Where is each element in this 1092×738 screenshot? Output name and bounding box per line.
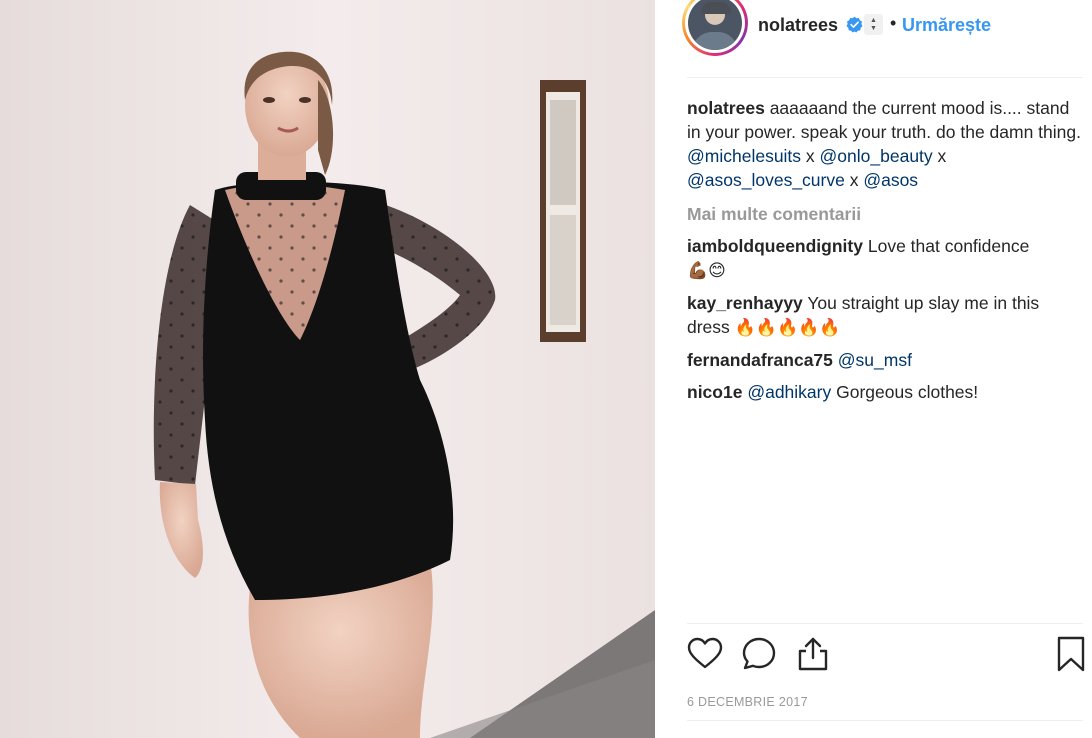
post-date[interactable]: 6 DECEMBRIE 2017 bbox=[687, 695, 808, 709]
caret-down-icon: ▼ bbox=[870, 24, 877, 32]
mention-link[interactable]: @asos bbox=[863, 170, 918, 190]
follow-button[interactable]: Urmărește bbox=[902, 15, 991, 36]
mention-separator: x bbox=[844, 170, 864, 190]
post-photo-illustration bbox=[0, 0, 655, 738]
mention-link[interactable]: @onlo_beauty bbox=[820, 146, 933, 166]
comment-text: Gorgeous clothes! bbox=[836, 382, 979, 402]
avatar bbox=[688, 0, 742, 50]
comment-emoji: 💪🏾😊 bbox=[687, 261, 726, 281]
comment-item: nico1e @adhikary Gorgeous clothes! bbox=[687, 380, 1083, 404]
comments-list: nolatrees aaaaaand the current mood is..… bbox=[687, 96, 1083, 412]
comment-username[interactable]: kay_renhayyy bbox=[687, 293, 803, 313]
caption-mentions: @michelesuits x @onlo_beauty x @asos_lov… bbox=[687, 144, 1083, 192]
mention-link[interactable]: @asos_loves_curve bbox=[687, 170, 845, 190]
comment-username[interactable]: iamboldqueendignity bbox=[687, 236, 863, 256]
header-divider bbox=[687, 77, 1083, 78]
load-more-comments-button[interactable]: Mai multe comentarii bbox=[687, 202, 1083, 226]
caption-username[interactable]: nolatrees bbox=[687, 98, 765, 118]
comment-mention[interactable]: @adhikary bbox=[747, 382, 831, 402]
mention-link[interactable]: @michelesuits bbox=[687, 146, 801, 166]
header-separator: • bbox=[890, 13, 897, 33]
author-username[interactable]: nolatrees bbox=[758, 15, 838, 36]
bottom-divider bbox=[687, 720, 1083, 721]
post-header: nolatrees ▲ ▼ • Urmărește bbox=[655, 0, 1092, 77]
post-detail-panel: nolatrees ▲ ▼ • Urmărește nolatrees aaaa… bbox=[655, 0, 1092, 738]
comment-username[interactable]: nico1e bbox=[687, 382, 742, 402]
mention-separator: x bbox=[932, 146, 947, 166]
action-bar bbox=[687, 636, 1087, 676]
comment-mention[interactable]: @su_msf bbox=[838, 350, 912, 370]
comment-username[interactable]: fernandafranca75 bbox=[687, 350, 833, 370]
bookmark-icon[interactable] bbox=[1053, 636, 1089, 672]
comment-text: Love that confidence bbox=[867, 236, 1030, 256]
story-avatar[interactable] bbox=[682, 0, 748, 56]
comment-icon[interactable] bbox=[741, 636, 777, 672]
comment-item: kay_renhayyy You straight up slay me in … bbox=[687, 291, 1083, 340]
caret-up-icon: ▲ bbox=[870, 16, 877, 24]
comment-item: fernandafranca75 @su_msf bbox=[687, 348, 1083, 372]
actions-divider bbox=[687, 623, 1083, 624]
post-photo[interactable] bbox=[0, 0, 655, 738]
caption: nolatrees aaaaaand the current mood is..… bbox=[687, 96, 1083, 192]
avatar-cap bbox=[701, 2, 731, 14]
sort-caret-icon[interactable]: ▲ ▼ bbox=[864, 14, 883, 35]
comment-item: iamboldqueendignity Love that confidence… bbox=[687, 234, 1083, 283]
heart-icon[interactable] bbox=[687, 636, 723, 672]
verified-badge-icon bbox=[846, 16, 863, 33]
avatar-shirt bbox=[692, 32, 738, 50]
share-icon[interactable] bbox=[795, 636, 831, 672]
comment-emoji: 🔥🔥🔥🔥🔥 bbox=[734, 318, 841, 338]
mention-separator: x bbox=[801, 146, 820, 166]
